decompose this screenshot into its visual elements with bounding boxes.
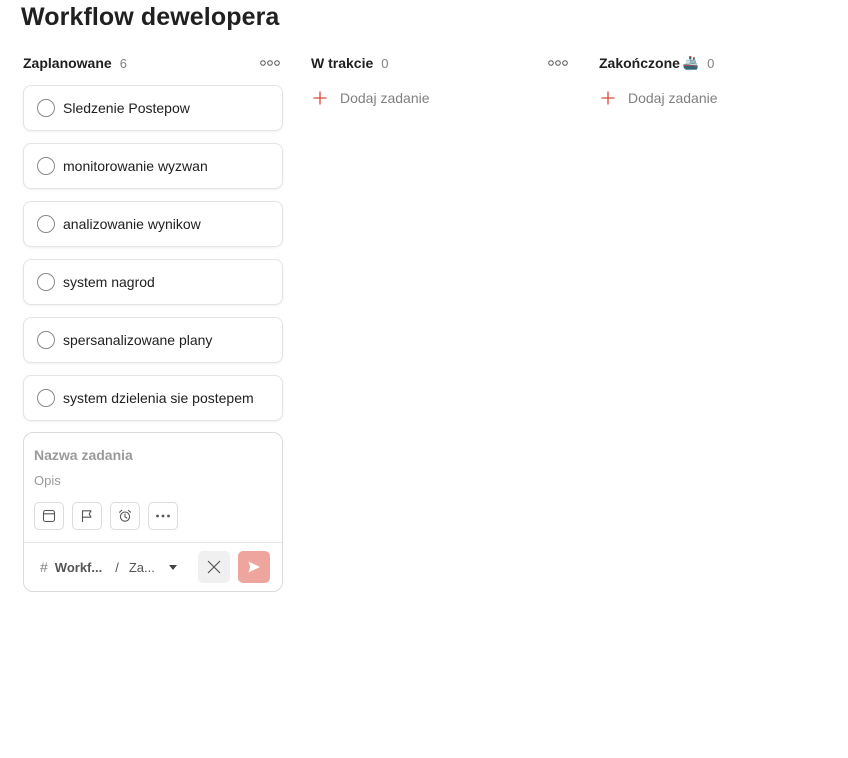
- task-title: system dzielenia sie postepem: [63, 390, 254, 406]
- column-menu-button[interactable]: [257, 50, 283, 76]
- task-card[interactable]: system dzielenia sie postepem: [23, 375, 283, 421]
- path-separator: /: [115, 559, 119, 575]
- more-horizontal-icon: [156, 514, 170, 518]
- board-column-zaplanowane: Zaplanowane 6 Sledzenie Postepow monitor…: [23, 50, 283, 433]
- task-complete-checkbox[interactable]: [37, 99, 55, 117]
- task-card[interactable]: Sledzenie Postepow: [23, 85, 283, 131]
- column-header: Zaplanowane 6: [23, 50, 283, 76]
- task-title: system nagrod: [63, 274, 155, 290]
- task-description-input[interactable]: [34, 471, 270, 490]
- task-complete-checkbox[interactable]: [37, 273, 55, 291]
- column-title[interactable]: Zakończone: [599, 55, 680, 71]
- task-title: spersanalizowane plany: [63, 332, 213, 348]
- column-menu-button[interactable]: [545, 50, 571, 76]
- plus-icon: [601, 91, 615, 105]
- due-date-button[interactable]: [34, 502, 64, 530]
- board-column-zakonczone: Zakończone 🚢 0 Dodaj zadanie: [599, 50, 848, 111]
- task-name-input[interactable]: [34, 445, 270, 465]
- add-task-submit-button[interactable]: [238, 551, 270, 583]
- alarm-clock-icon: [119, 509, 131, 522]
- column-header: Zakończone 🚢 0: [599, 50, 848, 76]
- cancel-button[interactable]: [198, 551, 230, 583]
- more-horizontal-icon: [260, 60, 280, 66]
- column-task-count: 0: [381, 55, 389, 71]
- reminder-button[interactable]: [110, 502, 140, 530]
- add-task-button[interactable]: Dodaj zadanie: [599, 85, 848, 111]
- task-list: Sledzenie Postepow monitorowanie wyzwan …: [23, 85, 283, 421]
- task-card[interactable]: spersanalizowane plany: [23, 317, 283, 363]
- column-task-count: 0: [707, 55, 715, 71]
- more-options-button[interactable]: [148, 502, 178, 530]
- section-name: Za...: [128, 559, 155, 575]
- column-task-count: 6: [119, 55, 127, 71]
- task-title: monitorowanie wyzwan: [63, 158, 208, 174]
- task-complete-checkbox[interactable]: [37, 389, 55, 407]
- add-task-label: Dodaj zadanie: [340, 90, 430, 106]
- more-horizontal-icon: [548, 60, 568, 66]
- task-complete-checkbox[interactable]: [37, 215, 55, 233]
- project-name: Workf...: [54, 559, 103, 575]
- priority-button[interactable]: [72, 502, 102, 530]
- send-icon: [248, 561, 260, 573]
- close-icon: [207, 560, 221, 574]
- ship-emoji: 🚢: [682, 55, 700, 70]
- chevron-down-icon: [168, 564, 177, 570]
- board-column-w-trakcie: W trakcie 0 Dodaj zadanie: [311, 50, 571, 111]
- task-card[interactable]: monitorowanie wyzwan: [23, 143, 283, 189]
- task-options-toolbar: [34, 502, 178, 530]
- task-complete-checkbox[interactable]: [37, 157, 55, 175]
- plus-icon: [313, 91, 327, 105]
- quick-add-task-editor: # Workf... / Za...: [23, 432, 283, 592]
- task-title: analizowanie wynikow: [63, 216, 201, 232]
- add-task-button[interactable]: Dodaj zadanie: [311, 85, 571, 111]
- flag-icon: [81, 510, 92, 522]
- task-card[interactable]: analizowanie wynikow: [23, 201, 283, 247]
- column-header: W trakcie 0: [311, 50, 571, 76]
- calendar-icon: [42, 509, 56, 523]
- page-title: Workflow dewelopera: [21, 3, 280, 31]
- task-complete-checkbox[interactable]: [37, 331, 55, 349]
- project-section-picker[interactable]: # Workf... / Za...: [32, 552, 182, 582]
- add-task-label: Dodaj zadanie: [628, 90, 718, 106]
- editor-footer: # Workf... / Za...: [24, 542, 282, 591]
- hash-icon: #: [40, 559, 48, 575]
- task-title: Sledzenie Postepow: [63, 100, 190, 116]
- column-title[interactable]: Zaplanowane: [23, 55, 112, 71]
- task-card[interactable]: system nagrod: [23, 259, 283, 305]
- column-title[interactable]: W trakcie: [311, 55, 373, 71]
